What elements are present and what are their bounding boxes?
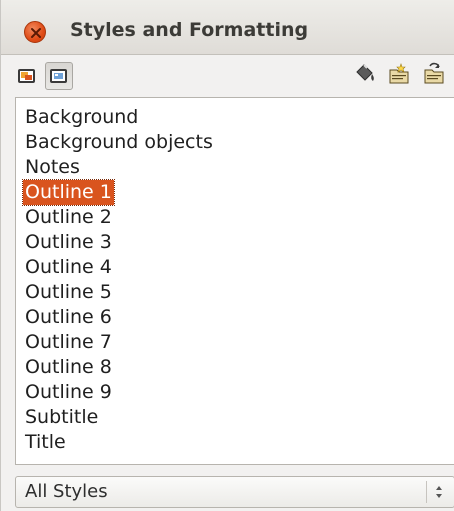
style-item-notes[interactable]: Notes	[23, 155, 82, 180]
style-filter-value: All Styles	[25, 481, 108, 502]
styles-toolbar	[1, 56, 454, 96]
update-style-button[interactable]	[421, 61, 447, 87]
style-filter-select[interactable]: All Styles	[15, 476, 454, 508]
close-icon	[31, 28, 41, 38]
presentation-styles-icon	[50, 69, 67, 83]
style-item-outline-3[interactable]: Outline 3	[23, 230, 114, 255]
style-item-outline-5[interactable]: Outline 5	[23, 280, 114, 305]
presentation-styles-button[interactable]	[45, 62, 73, 90]
update-style-icon	[424, 62, 444, 84]
style-item-outline-6[interactable]: Outline 6	[23, 305, 114, 330]
style-item-outline-1[interactable]: Outline 1	[22, 179, 115, 206]
styles-list[interactable]: Background Background objects Notes Outl…	[15, 97, 454, 465]
style-item-outline-9[interactable]: Outline 9	[23, 380, 114, 405]
graphics-styles-icon	[18, 69, 35, 83]
style-item-outline-2[interactable]: Outline 2	[23, 205, 114, 230]
close-button[interactable]	[24, 21, 46, 43]
style-item-outline-4[interactable]: Outline 4	[23, 255, 114, 280]
style-item-subtitle[interactable]: Subtitle	[23, 405, 100, 430]
new-style-from-selection-icon	[389, 63, 409, 84]
new-style-from-selection-button[interactable]	[386, 61, 412, 87]
spin-arrows-icon	[436, 486, 442, 498]
styles-and-formatting-window: Styles and Formatting Background Backgro…	[0, 0, 454, 511]
window-title: Styles and Formatting	[70, 19, 309, 41]
fill-format-mode-icon	[356, 64, 374, 81]
style-item-outline-7[interactable]: Outline 7	[23, 330, 114, 355]
style-item-outline-8[interactable]: Outline 8	[23, 355, 114, 380]
style-item-background[interactable]: Background	[23, 105, 140, 130]
style-item-background-objects[interactable]: Background objects	[23, 130, 215, 155]
title-bar: Styles and Formatting	[1, 0, 454, 55]
style-item-title[interactable]: Title	[23, 430, 68, 455]
select-divider	[426, 481, 427, 503]
graphics-styles-button[interactable]	[14, 63, 40, 89]
fill-format-mode-button[interactable]	[352, 61, 378, 87]
